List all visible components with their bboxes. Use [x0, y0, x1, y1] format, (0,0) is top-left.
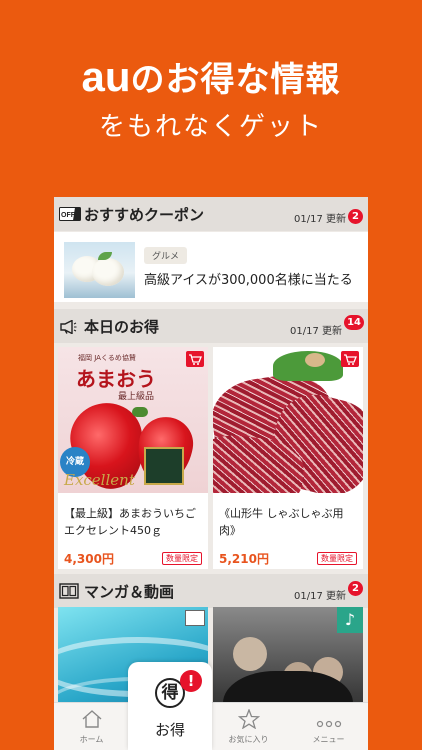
hero-title-rest: のお得な情報	[130, 60, 341, 100]
wagyu-beef-image	[213, 347, 363, 493]
deal-name: 【最上級】あまおういちご エクセレント450ｇ	[64, 507, 196, 537]
svg-text:OFF: OFF	[61, 212, 76, 219]
deal-card[interactable]: 福岡 JAくるめ協賛 あまおう 最上級品 冷蔵 Excellent 【最上級】あ…	[58, 347, 208, 569]
manga-count-badge: 2	[348, 581, 363, 596]
limited-badge: 数量限定	[317, 552, 357, 565]
coupon-count-badge: 2	[348, 209, 363, 224]
coupon-section-title: おすすめクーポン	[84, 206, 205, 224]
deals-updated: 01/17 更新	[290, 326, 342, 337]
ice-cream-image	[64, 242, 135, 298]
book-icon	[185, 610, 205, 626]
manga-section-title: マンガ＆動画	[84, 583, 175, 601]
off-coupon-icon: OFF	[59, 206, 81, 225]
tab-favorites-label: お気に入り	[228, 735, 269, 744]
deal-price: 5,210円	[219, 552, 269, 566]
deals-count-badge: 14	[344, 315, 364, 330]
strawberry-image: 福岡 JAくるめ協賛 あまおう 最上級品 冷蔵 Excellent	[58, 347, 208, 493]
coupon-list-item[interactable]: グルメ 高級アイスが300,000名様に当たる	[54, 232, 368, 302]
music-note-icon: ♪	[337, 607, 363, 633]
deals-section-header[interactable]: 本日のお得 01/17 更新 14	[54, 309, 368, 343]
cart-icon[interactable]	[186, 351, 204, 367]
coupon-title: 高級アイスが300,000名様に当たる	[144, 273, 353, 288]
star-icon	[211, 708, 286, 733]
manga-updated: 01/17 更新	[294, 591, 346, 602]
alert-badge: !	[180, 670, 202, 692]
deals-cards: 福岡 JAくるめ協賛 あまおう 最上級品 冷蔵 Excellent 【最上級】あ…	[54, 347, 368, 577]
tab-menu[interactable]: メニュー	[291, 703, 366, 750]
deal-price: 4,300円	[64, 552, 114, 566]
more-dots-icon	[291, 713, 366, 732]
deal-card[interactable]: 《山形牛 しゃぶしゃぶ用 肉》 5,210円 数量限定	[213, 347, 363, 569]
tab-menu-label: メニュー	[312, 735, 345, 744]
hero-subtitle: をもれなくゲット	[98, 112, 323, 142]
tab-deals[interactable]: 得 ! お得	[128, 662, 212, 750]
cart-icon[interactable]	[341, 351, 359, 367]
coupon-updated: 01/17 更新	[294, 214, 346, 225]
tab-home[interactable]: ホーム	[54, 703, 129, 750]
manga-section-header[interactable]: マンガ＆動画 01/17 更新 2	[54, 574, 368, 608]
tab-favorites[interactable]: お気に入り	[211, 703, 286, 750]
book-icon	[59, 583, 79, 603]
tab-home-label: ホーム	[79, 735, 104, 744]
hero-title: auのお得な情報	[0, 52, 422, 101]
coupon-section-header[interactable]: OFF おすすめクーポン 01/17 更新 2	[54, 197, 368, 231]
home-icon	[54, 709, 129, 733]
deal-name: 《山形牛 しゃぶしゃぶ用 肉》	[219, 507, 344, 537]
au-logo-text: au	[81, 53, 131, 100]
tab-deals-label: お得	[154, 721, 185, 739]
coupon-category-tag: グルメ	[144, 247, 188, 264]
limited-badge: 数量限定	[162, 552, 202, 565]
megaphone-icon	[59, 319, 77, 338]
deals-section-title: 本日のお得	[84, 318, 160, 336]
